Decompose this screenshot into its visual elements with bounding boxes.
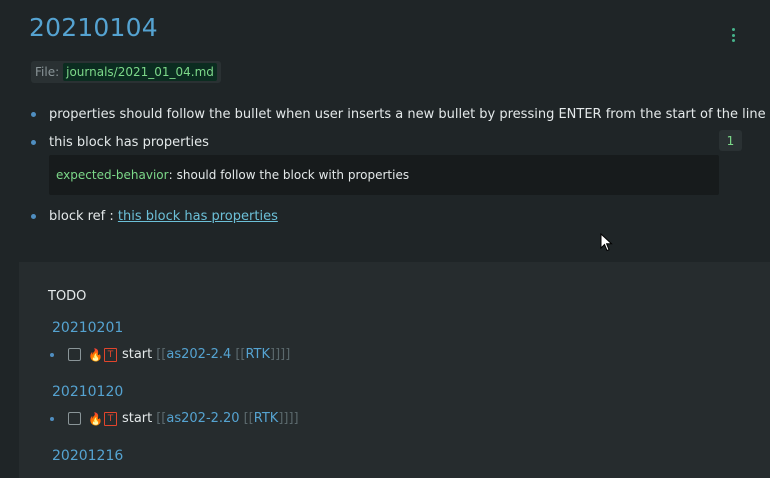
block-1[interactable]: properties should follow the bullet when… [31,107,766,122]
bracket-open: [[ [156,347,167,362]
fire-icon: 🔥 [88,347,103,362]
bullet-icon[interactable] [31,140,36,145]
file-path-link[interactable]: journals/2021_01_04.md [63,63,217,81]
bullet-icon[interactable] [50,416,54,421]
task-item[interactable]: 🔥 T start [[ as202-2.4 [[ RTK ]]]] [50,347,290,362]
property-separator: : [168,168,173,182]
journal-page: 20210104 File: journals/2021_01_04.md pr… [0,0,770,478]
bullet-icon[interactable] [50,352,54,357]
dot [731,28,735,31]
todo-query-title: TODO [48,289,87,304]
block-ref-link[interactable]: this block has properties [118,209,278,224]
bracket-open: [[ [243,411,254,426]
todo-query-panel [19,262,770,478]
page-ref[interactable]: RTK [245,347,270,362]
task-marker: start [121,411,153,426]
page-ref[interactable]: as202-2.20 [166,411,239,426]
task-checkbox[interactable] [68,348,81,361]
journal-date-link[interactable]: 20201216 [52,448,123,464]
property-key[interactable]: expected-behavior [56,168,169,182]
file-info: File: journals/2021_01_04.md [31,61,221,83]
page-ref[interactable]: as202-2.4 [166,347,231,362]
dot [731,33,735,37]
priority-badge: T [103,347,117,362]
task-marker: start [121,347,153,362]
fire-icon: 🔥 [88,411,103,426]
page-ref[interactable]: RTK [254,411,279,426]
block-text[interactable]: this block has properties [49,135,209,150]
bracket-close: ]]]] [270,347,291,362]
property-value: should follow the block with properties [176,168,410,182]
block-text[interactable]: properties should follow the bullet when… [49,107,766,122]
journal-date-link[interactable]: 20210201 [52,320,123,336]
bracket-open: [[ [156,411,167,426]
bracket-open: [[ [235,347,246,362]
file-label: File: [35,65,60,79]
bracket-close: ]]]] [278,411,299,426]
block-properties[interactable]: expected-behavior : should follow the bl… [49,155,719,195]
page-title[interactable]: 20210104 [29,13,158,42]
journal-date-link[interactable]: 20210120 [52,384,123,400]
bullet-icon[interactable] [31,214,36,219]
mouse-cursor-icon [600,233,613,252]
task-checkbox[interactable] [68,412,81,425]
block-ref-count[interactable]: 1 [719,130,742,151]
dot [731,39,735,42]
block-3[interactable]: block ref : this block has properties [31,209,278,224]
priority-badge: T [103,411,117,426]
more-options-icon[interactable] [726,26,740,44]
bullet-icon[interactable] [31,112,36,117]
block-2[interactable]: this block has properties [31,135,209,150]
task-item[interactable]: 🔥 T start [[ as202-2.20 [[ RTK ]]]] [50,411,299,426]
block-text: block ref : [49,209,118,224]
